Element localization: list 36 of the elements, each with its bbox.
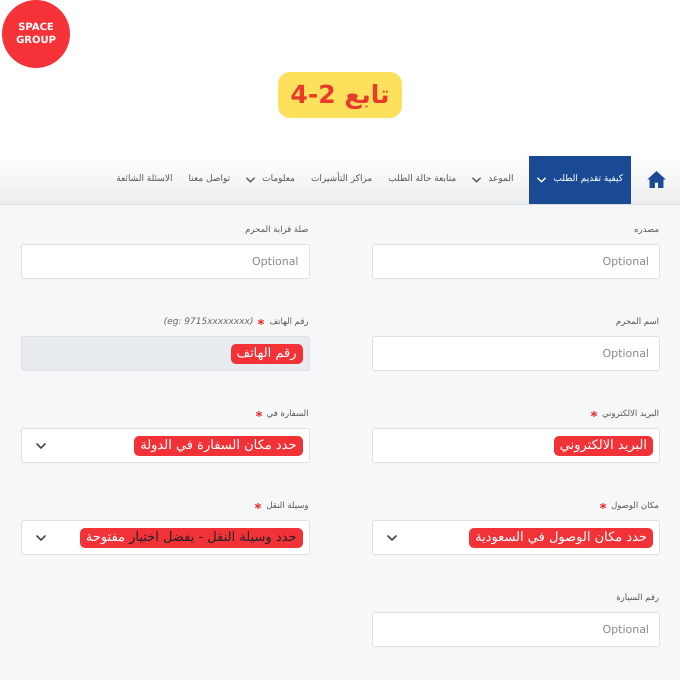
field-label: البريد الالكتروني — [602, 408, 659, 420]
input-field[interactable]: البريد الالكتروني — [372, 428, 660, 463]
chevron-down-icon — [36, 534, 46, 540]
select-field[interactable]: حدد وسيلة النقل - يفضل اختيار مفتوحة — [21, 520, 310, 555]
annotation-label: البريد الالكتروني — [554, 436, 653, 456]
chevron-down-icon — [386, 534, 396, 540]
field-label: اسم المحرم — [616, 316, 659, 328]
nav-item[interactable]: كيفية تقديم الطلب — [529, 156, 631, 204]
title-badge: تابع 2-4 — [278, 72, 402, 118]
annotation-label: حدد مكان الوصول في السعودية — [469, 528, 653, 548]
annotation-label: حدد وسيلة النقل - يفضل اختيار مفتوحة — [80, 528, 302, 548]
field-label: مكان الوصول — [611, 500, 659, 512]
annotation-label: حدد مكان السفارة في الدولة — [134, 436, 302, 456]
annotation-label: رقم الهاتف — [230, 344, 302, 364]
nav-item[interactable]: تواصل معنا — [188, 156, 230, 204]
field-label: صلة قرابة المحرم — [245, 224, 308, 236]
field-label: رقم الهاتف — [269, 316, 308, 328]
input-field[interactable]: Optional — [372, 612, 660, 647]
input-field[interactable]: Optional — [372, 244, 660, 279]
field-label: رقم السيارة — [616, 592, 659, 604]
input-field[interactable]: Optional — [21, 244, 310, 279]
home-icon[interactable] — [647, 171, 666, 188]
nav-item[interactable]: متابعة حالة الطلب — [388, 156, 456, 204]
brand-logo: SPACE GROUP — [2, 0, 70, 68]
chevron-down-icon — [36, 442, 46, 448]
field-label: السفارة في — [266, 408, 308, 420]
field-label: وسيلة النقل — [266, 500, 308, 512]
nav-item[interactable]: الاسئلة الشائعة — [116, 156, 173, 204]
input-field[interactable]: Optional — [372, 336, 660, 371]
field-label: مصدره — [634, 224, 659, 236]
select-field[interactable]: حدد مكان الوصول في السعودية — [372, 520, 660, 555]
nav-item[interactable]: مراكز التأشيرات — [310, 156, 372, 204]
nav-item[interactable]: الموعد — [472, 156, 514, 204]
select-field[interactable]: حدد مكان السفارة في الدولة — [21, 428, 310, 463]
field-hint: (eg: 9715xxxxxxxx) — [164, 316, 254, 328]
nav-item[interactable]: معلومات — [246, 156, 295, 204]
